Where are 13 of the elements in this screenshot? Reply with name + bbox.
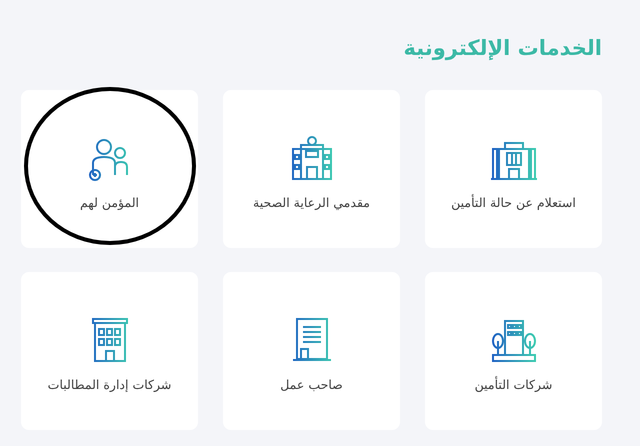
section-title: الخدمات الإلكترونية — [404, 36, 602, 60]
service-label: شركات إدارة المطالبات — [48, 376, 172, 392]
service-label: استعلام عن حالة التأمين — [451, 194, 576, 210]
service-label: مقدمي الرعاية الصحية — [253, 194, 370, 210]
service-card[interactable]: مقدمي الرعاية الصحية — [223, 90, 400, 248]
service-label: المؤمن لهم — [80, 194, 140, 210]
service-card[interactable]: المؤمن لهم — [21, 90, 198, 248]
service-card[interactable]: شركات التأمين — [425, 272, 602, 430]
service-card[interactable]: صاحب عمل — [223, 272, 400, 430]
service-label: شركات التأمين — [474, 376, 552, 392]
service-label: صاحب عمل — [280, 376, 343, 392]
service-card[interactable]: استعلام عن حالة التأمين — [425, 90, 602, 248]
service-card[interactable]: شركات إدارة المطالبات — [21, 272, 198, 430]
